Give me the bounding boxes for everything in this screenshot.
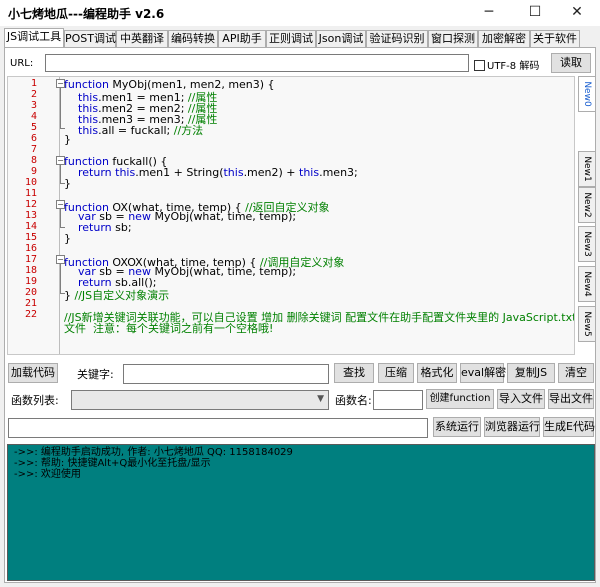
vtab-label: New0 <box>582 81 592 107</box>
fold-guide <box>60 264 61 293</box>
fold-guide <box>60 209 61 227</box>
vtab-new2[interactable]: New2 <box>578 187 596 223</box>
vtab-label: New4 <box>582 271 592 297</box>
line-number: 9 <box>30 166 37 177</box>
copy-js-button[interactable]: 复制JS <box>507 363 555 383</box>
line-number: 12 <box>24 199 37 210</box>
line-number: 3 <box>30 100 37 111</box>
tab-encoding[interactable]: 编码转换 <box>168 30 218 47</box>
vtab-new1[interactable]: New1 <box>578 151 596 187</box>
minimize-icon[interactable]: ─ <box>466 0 512 26</box>
utf8-decode-checkbox[interactable]: UTF-8 解码 <box>474 57 539 72</box>
code-line: } <box>64 177 71 190</box>
tab-js-debug[interactable]: JS调试工具 <box>4 28 64 48</box>
tab-post-debug[interactable]: POST调试 <box>64 30 116 47</box>
line-number: 13 <box>24 210 37 221</box>
title-bar: 小七烤地瓜---编程助手 v2.6 ─ ☐ ✕ <box>0 0 600 26</box>
code-line: this.all = fuckall; //方法 <box>78 124 204 137</box>
console-line: ->>: 欢迎使用 <box>14 469 81 480</box>
function-name-label: 函数名: <box>335 394 372 407</box>
vtab-new5[interactable]: New5 <box>578 306 596 342</box>
line-number: 10 <box>24 177 37 188</box>
url-label: URL: <box>10 58 34 69</box>
maximize-icon[interactable]: ☐ <box>512 0 558 26</box>
tab-regex-debug[interactable]: 正则调试 <box>266 30 316 47</box>
system-run-button[interactable]: 系统运行 <box>433 417 481 437</box>
line-number: 14 <box>24 221 37 232</box>
vtab-new3[interactable]: New3 <box>578 226 596 262</box>
function-name-input[interactable] <box>373 390 423 410</box>
line-number: 20 <box>24 287 37 298</box>
vtab-new0[interactable]: New0 <box>578 76 596 112</box>
eval-decrypt-button[interactable]: eval解密 <box>460 363 506 383</box>
load-code-button[interactable]: 加载代码 <box>8 363 58 383</box>
find-button[interactable]: 查找 <box>334 363 374 383</box>
tab-json-debug[interactable]: Json调试 <box>316 30 366 47</box>
tab-translate[interactable]: 中英翻译 <box>116 30 168 47</box>
tab-about[interactable]: 关于软件 <box>530 30 580 47</box>
tab-window-detect[interactable]: 窗口探测 <box>428 30 478 47</box>
import-file-button[interactable]: 导入文件 <box>497 389 545 409</box>
fold-guide <box>60 165 61 183</box>
clear-button[interactable]: 清空 <box>558 363 594 383</box>
keyword-label: 关键字: <box>77 368 114 381</box>
line-number: 17 <box>24 254 37 265</box>
export-file-button[interactable]: 导出文件 <box>548 389 594 409</box>
fold-guide <box>60 88 61 128</box>
vtab-new4[interactable]: New4 <box>578 266 596 302</box>
line-number: 4 <box>30 111 37 122</box>
extra-input[interactable] <box>8 418 428 438</box>
console-line: ->>: 帮助: 快捷键Alt+Q最小化至托盘/显示 <box>14 458 211 469</box>
keyword-input[interactable] <box>123 364 329 384</box>
url-input[interactable] <box>45 54 469 72</box>
line-number: 22 <box>24 309 37 320</box>
line-number: 5 <box>30 122 37 133</box>
browser-run-button[interactable]: 浏览器运行 <box>484 417 540 437</box>
vtab-label: New3 <box>582 231 592 257</box>
tab-encrypt[interactable]: 加密解密 <box>478 30 530 47</box>
code-line: 文件 注意：每个关键词之前有一个空格哦! <box>64 322 274 335</box>
line-number: 19 <box>24 276 37 287</box>
code-line: } <box>64 133 71 146</box>
line-number: 11 <box>24 188 37 199</box>
function-list-select[interactable]: ▼ <box>71 390 329 410</box>
code-editor[interactable]: 1 2 3 4 5 6 7 8 9 10 11 12 13 14 15 16 1… <box>7 76 575 355</box>
code-line: return sb; <box>78 221 132 234</box>
tab-captcha[interactable]: 验证码识别 <box>366 30 428 47</box>
editor-vertical-tabs: New0 New1 New2 New3 New4 New5 <box>578 76 596 355</box>
vtab-label: New5 <box>582 311 592 337</box>
vtab-label: New1 <box>582 156 592 182</box>
line-number: 7 <box>30 144 37 155</box>
line-number: 16 <box>24 243 37 254</box>
output-console[interactable]: ->>: 编程助手启动成功, 作者: 小七烤地瓜 QQ: 1158184029 … <box>7 444 595 581</box>
read-button[interactable]: 读取 <box>551 53 591 73</box>
line-number: 8 <box>30 155 37 166</box>
create-function-button[interactable]: 创建function <box>426 389 494 409</box>
checkbox-icon <box>474 60 485 71</box>
main-tab-bar: JS调试工具 POST调试 中英翻译 编码转换 API助手 正则调试 Json调… <box>4 28 596 48</box>
line-number: 15 <box>24 232 37 243</box>
code-line: } <box>64 232 71 245</box>
code-line: } //JS自定义对象演示 <box>64 289 170 302</box>
window-title: 小七烤地瓜---编程助手 v2.6 <box>8 7 165 21</box>
utf8-decode-label: UTF-8 解码 <box>487 61 540 72</box>
js-debug-panel: URL: UTF-8 解码 读取 1 2 3 4 5 6 7 8 9 10 11… <box>4 47 596 583</box>
line-number: 1 <box>30 78 37 89</box>
line-number: 6 <box>30 133 37 144</box>
close-icon[interactable]: ✕ <box>554 0 600 26</box>
vtab-label: New2 <box>582 192 592 218</box>
line-number: 18 <box>24 265 37 276</box>
console-line: ->>: 编程助手启动成功, 作者: 小七烤地瓜 QQ: 1158184029 <box>14 447 293 458</box>
format-button[interactable]: 格式化 <box>417 363 457 383</box>
chevron-down-icon: ▼ <box>317 394 324 404</box>
line-number: 2 <box>30 89 37 100</box>
code-line: return this.men1 + String(this.men2) + t… <box>78 166 358 179</box>
line-number: 21 <box>24 298 37 309</box>
generate-e-code-button[interactable]: 生成E代码 <box>543 417 595 437</box>
tab-api-helper[interactable]: API助手 <box>218 30 266 47</box>
line-number-gutter: 1 2 3 4 5 6 7 8 9 10 11 12 13 14 15 16 1… <box>8 77 60 354</box>
compress-button[interactable]: 压缩 <box>378 363 414 383</box>
function-list-label: 函数列表: <box>11 394 59 407</box>
